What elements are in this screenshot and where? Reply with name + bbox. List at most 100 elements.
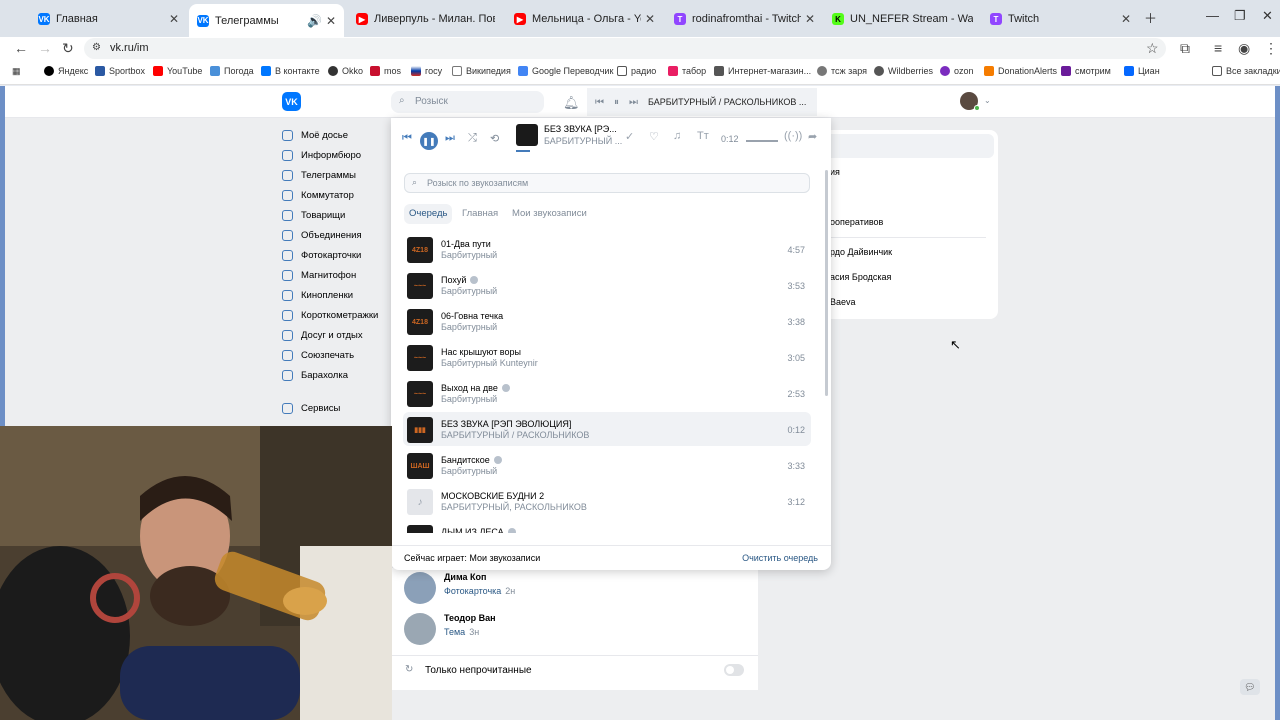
close-tab-icon[interactable]: ✕ bbox=[326, 14, 336, 28]
tab-telegrams[interactable]: VK Телеграммы 🔊 ✕ bbox=[189, 4, 344, 37]
track-row[interactable]: ~~~ Нас крышуют воры Барбитурный Kunteynir… bbox=[403, 340, 811, 374]
track-row[interactable]: ~~~ Похуй Барбитурный 3:53 bbox=[403, 268, 811, 302]
bookmark-shop[interactable]: Интернет-магазин... bbox=[714, 66, 811, 76]
track-title[interactable]: Похуй bbox=[441, 275, 479, 285]
menu-icon[interactable]: ⋮ bbox=[1264, 40, 1278, 57]
chevron-down-icon[interactable]: ⌄ bbox=[984, 96, 991, 105]
vk-logo[interactable]: VK bbox=[282, 92, 301, 111]
track-row[interactable]: ~~~ Выход на две Барбитурный 2:53 bbox=[403, 376, 811, 410]
close-tab-icon[interactable]: ✕ bbox=[169, 12, 179, 26]
now-playing-artist[interactable]: БАРБИТУРНЫЙ ... bbox=[544, 136, 622, 146]
tab-twitch-rodina[interactable]: T rodinafromthai - Twitch ✕ bbox=[666, 6, 823, 32]
repeat-icon[interactable]: ⟲ bbox=[490, 132, 499, 145]
track-title[interactable]: 06-Говна течка bbox=[441, 311, 503, 321]
tab-queue[interactable]: Очередь bbox=[404, 204, 453, 224]
nav-photos[interactable]: Фотокарточки bbox=[282, 250, 392, 261]
close-window-icon[interactable]: ✕ bbox=[1262, 8, 1273, 24]
bookmark-cian[interactable]: Циан bbox=[1124, 66, 1160, 76]
vk-search-input[interactable]: Розыск bbox=[391, 91, 544, 113]
nav-music[interactable]: Магнитофон bbox=[282, 270, 392, 281]
minimize-icon[interactable]: — bbox=[1206, 8, 1219, 23]
track-title[interactable]: Нас крышуют воры bbox=[441, 347, 521, 357]
bookmark-weather[interactable]: Погода bbox=[210, 66, 254, 76]
track-title[interactable]: Бандитское bbox=[441, 455, 502, 465]
bookmark-wikipedia[interactable]: Википедия bbox=[452, 66, 511, 76]
track-artist[interactable]: Барбитурный Kunteynir bbox=[441, 358, 538, 368]
tab-main[interactable]: Главная bbox=[457, 204, 503, 224]
bookmark-google-translate[interactable]: Google Переводчик bbox=[518, 66, 613, 76]
bookmark-youtube[interactable]: YouTube bbox=[153, 66, 202, 76]
nav-games[interactable]: Досуг и отдых bbox=[282, 330, 392, 341]
nav-clips[interactable]: Короткометражки bbox=[282, 310, 392, 321]
nav-messages[interactable]: Телеграммы bbox=[282, 170, 392, 181]
broadcast-icon[interactable]: ((·)) bbox=[784, 130, 802, 142]
chat-bubble-icon[interactable]: 💬︎ bbox=[1240, 679, 1260, 695]
message-row[interactable]: Дима Коп Фотокарточка 2н bbox=[391, 568, 758, 610]
track-title[interactable]: МОСКОВСКИЕ БУДНИ 2 bbox=[441, 491, 544, 501]
bookmark-donationalerts[interactable]: DonationAlerts bbox=[984, 66, 1057, 76]
extensions-icon[interactable]: ⧉ bbox=[1180, 40, 1190, 57]
bookmark-yandex[interactable]: Яндекс bbox=[44, 66, 88, 76]
lyrics-icon[interactable]: Tт bbox=[697, 130, 709, 142]
close-tab-icon[interactable]: ✕ bbox=[805, 12, 815, 26]
message-row[interactable]: Теодор Ван Тема 3н bbox=[391, 609, 758, 651]
bell-icon[interactable]: 🔔︎ bbox=[563, 95, 580, 111]
bookmark-mos[interactable]: mos bbox=[370, 66, 401, 76]
track-artist[interactable]: Барбитурный bbox=[441, 250, 497, 260]
prev-track-icon[interactable]: ⏮ bbox=[595, 97, 604, 108]
header-mini-player[interactable]: ⏮ ⏸ ⏭ БАРБИТУРНЫЙ / РАСКОЛЬНИКОВ ... bbox=[587, 88, 817, 116]
back-icon[interactable]: ← bbox=[14, 40, 28, 56]
nav-news[interactable]: Информбюро bbox=[282, 150, 392, 161]
track-row[interactable]: ▮▮▮ БЕЗ ЗВУКА [РЭП ЭВОЛЮЦИЯ] БАРБИТУРНЫЙ /… bbox=[403, 412, 811, 446]
nav-my-profile[interactable]: Моё досье bbox=[282, 130, 392, 141]
track-title[interactable]: ДЫМ ИЗ ЛЕСА bbox=[441, 527, 516, 533]
star-icon[interactable]: ☆ bbox=[1146, 40, 1159, 57]
prev-track-icon[interactable]: ⏮ bbox=[402, 132, 412, 145]
site-settings-icon[interactable]: ⚙ bbox=[92, 42, 101, 53]
audio-search-input[interactable]: Розыск по звукозаписям bbox=[404, 173, 810, 193]
share-icon[interactable]: ➦ bbox=[808, 130, 817, 143]
volume-slider[interactable] bbox=[746, 140, 778, 142]
new-tab-icon[interactable]: ＋ bbox=[1144, 8, 1157, 27]
shuffle-icon[interactable]: ⤮ bbox=[468, 132, 477, 145]
filter-item[interactable]: ия bbox=[830, 167, 840, 177]
speaker-icon[interactable]: 🔊 bbox=[307, 14, 322, 28]
track-title[interactable]: 01-Два пути bbox=[441, 239, 491, 249]
check-icon[interactable]: ✓ bbox=[625, 130, 634, 143]
track-artist[interactable]: Барбитурный bbox=[441, 286, 497, 296]
clear-queue-link[interactable]: Очистить очередь bbox=[742, 546, 818, 571]
tab-my-audio[interactable]: Мои звукозаписи bbox=[507, 204, 592, 224]
track-row[interactable]: ШАШ Бандитское Барбитурный 3:33 bbox=[403, 448, 811, 482]
unread-only-toggle[interactable] bbox=[724, 664, 744, 676]
scrollbar[interactable] bbox=[825, 170, 828, 396]
track-row[interactable]: ♪ МОСКОВСКИЕ БУДНИ 2 БАРБИТУРНЫЙ, РАСКОЛЬН… bbox=[403, 484, 811, 518]
filter-item[interactable]: Baeva bbox=[830, 297, 856, 307]
media-icon[interactable]: ≡ bbox=[1214, 40, 1222, 56]
track-title[interactable]: Выход на две bbox=[441, 383, 510, 393]
pause-icon[interactable]: ⏸ bbox=[614, 97, 619, 108]
nav-services[interactable]: Сервисы bbox=[282, 403, 392, 414]
track-artist[interactable]: БАРБИТУРНЫЙ, РАСКОЛЬНИКОВ bbox=[441, 502, 587, 512]
bookmark-gosu[interactable]: госу bbox=[411, 66, 442, 76]
apps-icon[interactable]: ▦ bbox=[12, 66, 21, 77]
bookmark-smotrim[interactable]: смотрим bbox=[1061, 66, 1111, 76]
bookmark-ozon[interactable]: ozon bbox=[940, 66, 974, 76]
track-artist[interactable]: БАРБИТУРНЫЙ / РАСКОЛЬНИКОВ bbox=[441, 430, 589, 440]
filter-selected-row[interactable] bbox=[812, 134, 994, 158]
bookmark-radio[interactable]: радио bbox=[617, 66, 656, 76]
bookmark-tsj[interactable]: тсж заря bbox=[817, 66, 867, 76]
pause-button[interactable]: ❚❚ bbox=[420, 132, 438, 150]
track-artist[interactable]: Барбитурный bbox=[441, 394, 497, 404]
filter-item[interactable]: рдо Дайвинчик bbox=[830, 247, 892, 257]
bookmark-tabor[interactable]: табор bbox=[668, 66, 706, 76]
bookmark-sportbox[interactable]: Sportbox bbox=[95, 66, 145, 76]
track-row[interactable]: ~~~ДЫМ ИЗ ЛЕСАБАРБИТУРНЫЙ, ДЖИ ВИ АШ БОЙ… bbox=[403, 520, 811, 533]
playback-progress[interactable] bbox=[516, 150, 530, 152]
url-field[interactable]: vk.ru/im bbox=[84, 38, 1166, 59]
tab-kick-nefer[interactable]: K UN_NEFER Stream - Watch Live bbox=[824, 6, 981, 32]
track-artist[interactable]: Барбитурный bbox=[441, 322, 497, 332]
all-bookmarks[interactable]: Все закладки bbox=[1212, 66, 1280, 76]
nav-calls[interactable]: Коммутатор bbox=[282, 190, 392, 201]
filter-item[interactable]: ооперативов bbox=[830, 217, 883, 227]
tab-home[interactable]: VK Главная ✕ bbox=[30, 6, 187, 32]
